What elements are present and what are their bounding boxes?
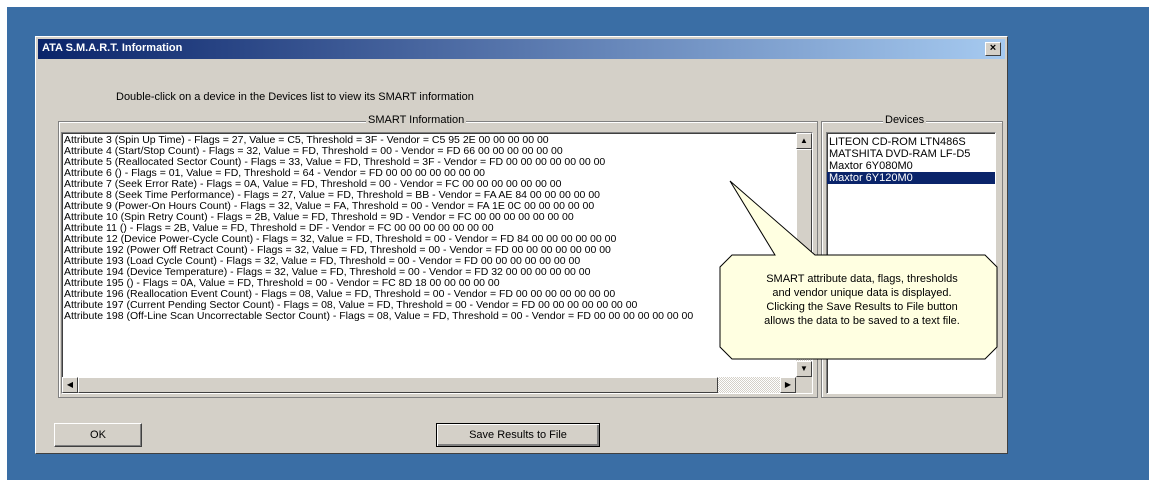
smart-attribute-line: Attribute 198 (Off-Line Scan Uncorrectab… <box>64 310 694 322</box>
devices-label: Devices <box>883 114 927 126</box>
device-item[interactable]: Maxtor 6Y120M0 <box>827 172 995 184</box>
scroll-down-icon: ▼ <box>800 364 808 373</box>
callout-line: SMART attribute data, flags, thresholds <box>766 273 958 285</box>
smart-info-label: SMART Information <box>366 114 467 126</box>
device-item[interactable]: MATSHITA DVD-RAM LF-D5 <box>827 148 995 160</box>
title-bar[interactable]: ATA S.M.A.R.T. Information × <box>38 39 1005 59</box>
scroll-left-icon: ◀ <box>66 380 74 389</box>
device-item[interactable]: LITEON CD-ROM LTN486S <box>827 136 995 148</box>
device-item[interactable]: Maxtor 6Y080M0 <box>827 160 995 172</box>
callout-text: SMART attribute data, flags, thresholds … <box>727 272 997 328</box>
scroll-left-button[interactable]: ◀ <box>62 377 78 393</box>
smart-info-textbox[interactable]: Attribute 3 (Spin Up Time) - Flags = 27,… <box>61 132 813 394</box>
window-title: ATA S.M.A.R.T. Information <box>42 42 183 54</box>
close-button[interactable]: × <box>985 42 1001 56</box>
scroll-right-icon: ▶ <box>784 380 792 389</box>
scroll-up-button[interactable]: ▲ <box>796 133 812 149</box>
close-icon: × <box>989 42 997 54</box>
smart-info-dialog: ATA S.M.A.R.T. Information × Double-clic… <box>35 36 1008 454</box>
callout-line: allows the data to be saved to a text fi… <box>764 315 960 327</box>
ok-button[interactable]: OK <box>54 423 142 447</box>
scroll-h-thumb[interactable] <box>78 377 718 393</box>
vertical-scrollbar[interactable]: ▲ ▼ <box>796 133 812 377</box>
devices-group: Devices LITEON CD-ROM LTN486S MATSHITA DV… <box>821 114 1003 398</box>
save-results-button[interactable]: Save Results to File <box>436 423 600 447</box>
scrollbar-corner <box>796 377 812 393</box>
scroll-down-button[interactable]: ▼ <box>796 361 812 377</box>
scroll-right-button[interactable]: ▶ <box>780 377 796 393</box>
callout-line: Clicking the Save Results to File button <box>766 301 958 313</box>
smart-info-group: SMART Information Attribute 3 (Spin Up T… <box>58 114 818 398</box>
smart-lines: Attribute 3 (Spin Up Time) - Flags = 27,… <box>62 133 812 322</box>
instruction-text: Double-click on a device in the Devices … <box>116 91 474 103</box>
callout-line: and vendor unique data is displayed. <box>772 287 952 299</box>
devices-listbox[interactable]: LITEON CD-ROM LTN486S MATSHITA DVD-RAM LF… <box>826 132 996 394</box>
scroll-up-icon: ▲ <box>800 136 808 145</box>
device-list: LITEON CD-ROM LTN486S MATSHITA DVD-RAM LF… <box>827 133 995 184</box>
horizontal-scrollbar[interactable]: ◀ ▶ <box>62 377 796 393</box>
